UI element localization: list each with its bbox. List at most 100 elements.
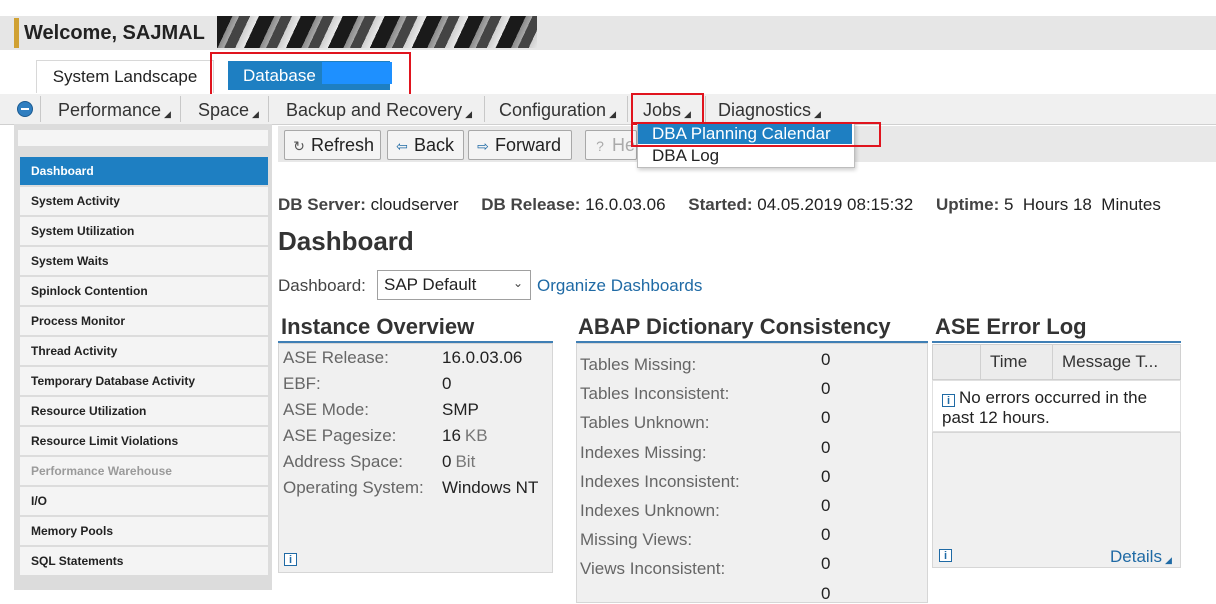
sidebar-item: Performance Warehouse (20, 457, 268, 485)
welcome-title: Welcome, SAJMAL (24, 22, 205, 44)
field-label: ASE Pagesize: (283, 426, 397, 445)
field-label: Indexes Unknown: (580, 501, 720, 520)
highlight-box-planning-calendar (631, 122, 881, 147)
sidebar-item[interactable]: Memory Pools (20, 517, 268, 545)
field-value-number: 16.0.03.06 (442, 348, 523, 367)
dashboard-select-label: Dashboard: (278, 276, 366, 295)
info-icon[interactable]: i (284, 553, 297, 566)
sidebar-item[interactable]: Resource Limit Violations (20, 427, 268, 455)
forward-label: Forward (495, 135, 562, 155)
field-value-number: Windows NT (442, 478, 539, 497)
field-label: Views Inconsistent: (580, 559, 726, 579)
organize-dashboards-link[interactable]: Organize Dashboards (537, 276, 702, 296)
help-icon: ? (596, 138, 604, 154)
tab-system-landscape[interactable]: System Landscape (36, 60, 214, 93)
menu-label: Space (198, 100, 250, 120)
sidebar-item[interactable]: Resource Utilization (20, 397, 268, 425)
highlight-box-database (210, 52, 411, 98)
sidebar-item[interactable]: System Activity (20, 187, 268, 215)
server-info-row: DB Server: cloudserver DB Release: 16.0.… (278, 195, 1161, 215)
caret-icon: ◢ (252, 109, 259, 119)
instance-overview-title: Instance Overview (281, 314, 475, 339)
sidebar-item[interactable]: SQL Statements (20, 547, 268, 575)
back-label: Back (414, 135, 455, 155)
details-label: Details (1110, 547, 1162, 566)
abap-consistency-title: ABAP Dictionary Consistency (578, 314, 891, 339)
column-divider (1052, 345, 1053, 379)
field-value: 0 (821, 437, 831, 457)
menu-backup-recovery[interactable]: Backup and Recovery ◢ (286, 100, 472, 121)
sidebar-scroll-area (18, 130, 268, 146)
header-banner-image (217, 16, 537, 48)
field-value-number: 0 (442, 374, 452, 393)
sidebar-item[interactable]: Dashboard (20, 157, 268, 185)
menu-space[interactable]: Space ◢ (198, 100, 259, 121)
field-value: 0 (821, 379, 831, 399)
menu-label: Diagnostics (718, 100, 812, 120)
field-value-number: 0 (442, 452, 452, 471)
field-label: Tables Missing: (580, 355, 697, 374)
refresh-button[interactable]: ↻ Refresh (284, 130, 381, 160)
field-value-number: 16 (442, 426, 461, 445)
column-header-time[interactable]: Time (990, 352, 1027, 372)
db-server-value: cloudserver (370, 195, 459, 214)
field-value: 0 (821, 525, 831, 545)
field-value: 0 (442, 374, 451, 394)
help-button[interactable]: ?Help (585, 130, 637, 160)
collapse-icon[interactable] (17, 101, 33, 117)
menu-separator (705, 96, 706, 122)
sidebar-item[interactable]: Spinlock Contention (20, 277, 268, 305)
column-header-message[interactable]: Message T... (1062, 352, 1158, 372)
arrow-left-icon: ⇦ (396, 138, 408, 154)
field-label: Missing Views: (580, 530, 693, 550)
refresh-icon: ↻ (293, 138, 305, 154)
started-value: 04.05.2019 08:15:32 (757, 195, 914, 214)
menu-separator (40, 96, 41, 122)
db-server-label: DB Server: (278, 195, 366, 214)
field-value: 0 (821, 583, 831, 603)
field-label: Operating System: (283, 478, 424, 497)
sidebar-item[interactable]: System Waits (20, 247, 268, 275)
caret-icon: ◢ (465, 109, 473, 119)
back-button[interactable]: ⇦ Back (387, 130, 464, 160)
sidebar-item[interactable]: Process Monitor (20, 307, 268, 335)
field-value: 16 KB (442, 426, 488, 446)
dashboard-select[interactable]: SAP Default (377, 270, 531, 300)
field-label: Indexes Missing: (580, 442, 707, 462)
menu-configuration[interactable]: Configuration ◢ (499, 100, 616, 121)
header-accent (14, 18, 19, 48)
caret-icon: ◢ (609, 109, 616, 119)
menu-separator (268, 96, 269, 122)
forward-button[interactable]: ⇨ Forward (468, 130, 572, 160)
field-unit: KB (464, 426, 488, 445)
info-icon[interactable]: i (939, 549, 952, 562)
menu-separator (627, 96, 628, 122)
info-icon: i (942, 394, 955, 407)
field-value: 16.0.03.06 (442, 348, 522, 368)
field-value: 0 (821, 350, 831, 369)
sidebar-item[interactable]: System Utilization (20, 217, 268, 245)
row-selector-column[interactable] (933, 345, 981, 379)
field-value: 0 (821, 408, 831, 428)
field-value: 0 (821, 496, 831, 515)
started-label: Started: (688, 195, 753, 214)
highlight-box-jobs (631, 93, 704, 125)
field-value: 0 (821, 466, 831, 486)
menu-diagnostics[interactable]: Diagnostics ◢ (718, 100, 821, 121)
arrow-right-icon: ⇨ (477, 138, 489, 154)
details-link[interactable]: Details ◢ (1110, 547, 1172, 567)
menu-separator (484, 96, 485, 122)
menu-label: Performance (58, 100, 162, 120)
field-value-number: SMP (442, 400, 479, 419)
sidebar-item[interactable]: I/O (20, 487, 268, 515)
sidebar-item[interactable]: Temporary Database Activity (20, 367, 268, 395)
menu-label: Configuration (499, 100, 607, 120)
menu-performance[interactable]: Performance ◢ (58, 100, 171, 121)
field-label: ASE Release: (283, 348, 389, 367)
field-label: Indexes Inconsistent: (580, 471, 740, 491)
field-label: Tables Unknown: (580, 413, 710, 433)
menu-item-dba-log[interactable]: DBA Log (652, 146, 719, 166)
sidebar-item[interactable]: Thread Activity (20, 337, 268, 365)
menu-separator (180, 96, 181, 122)
uptime-value: 5 Hours 18 Minutes (1003, 195, 1161, 214)
